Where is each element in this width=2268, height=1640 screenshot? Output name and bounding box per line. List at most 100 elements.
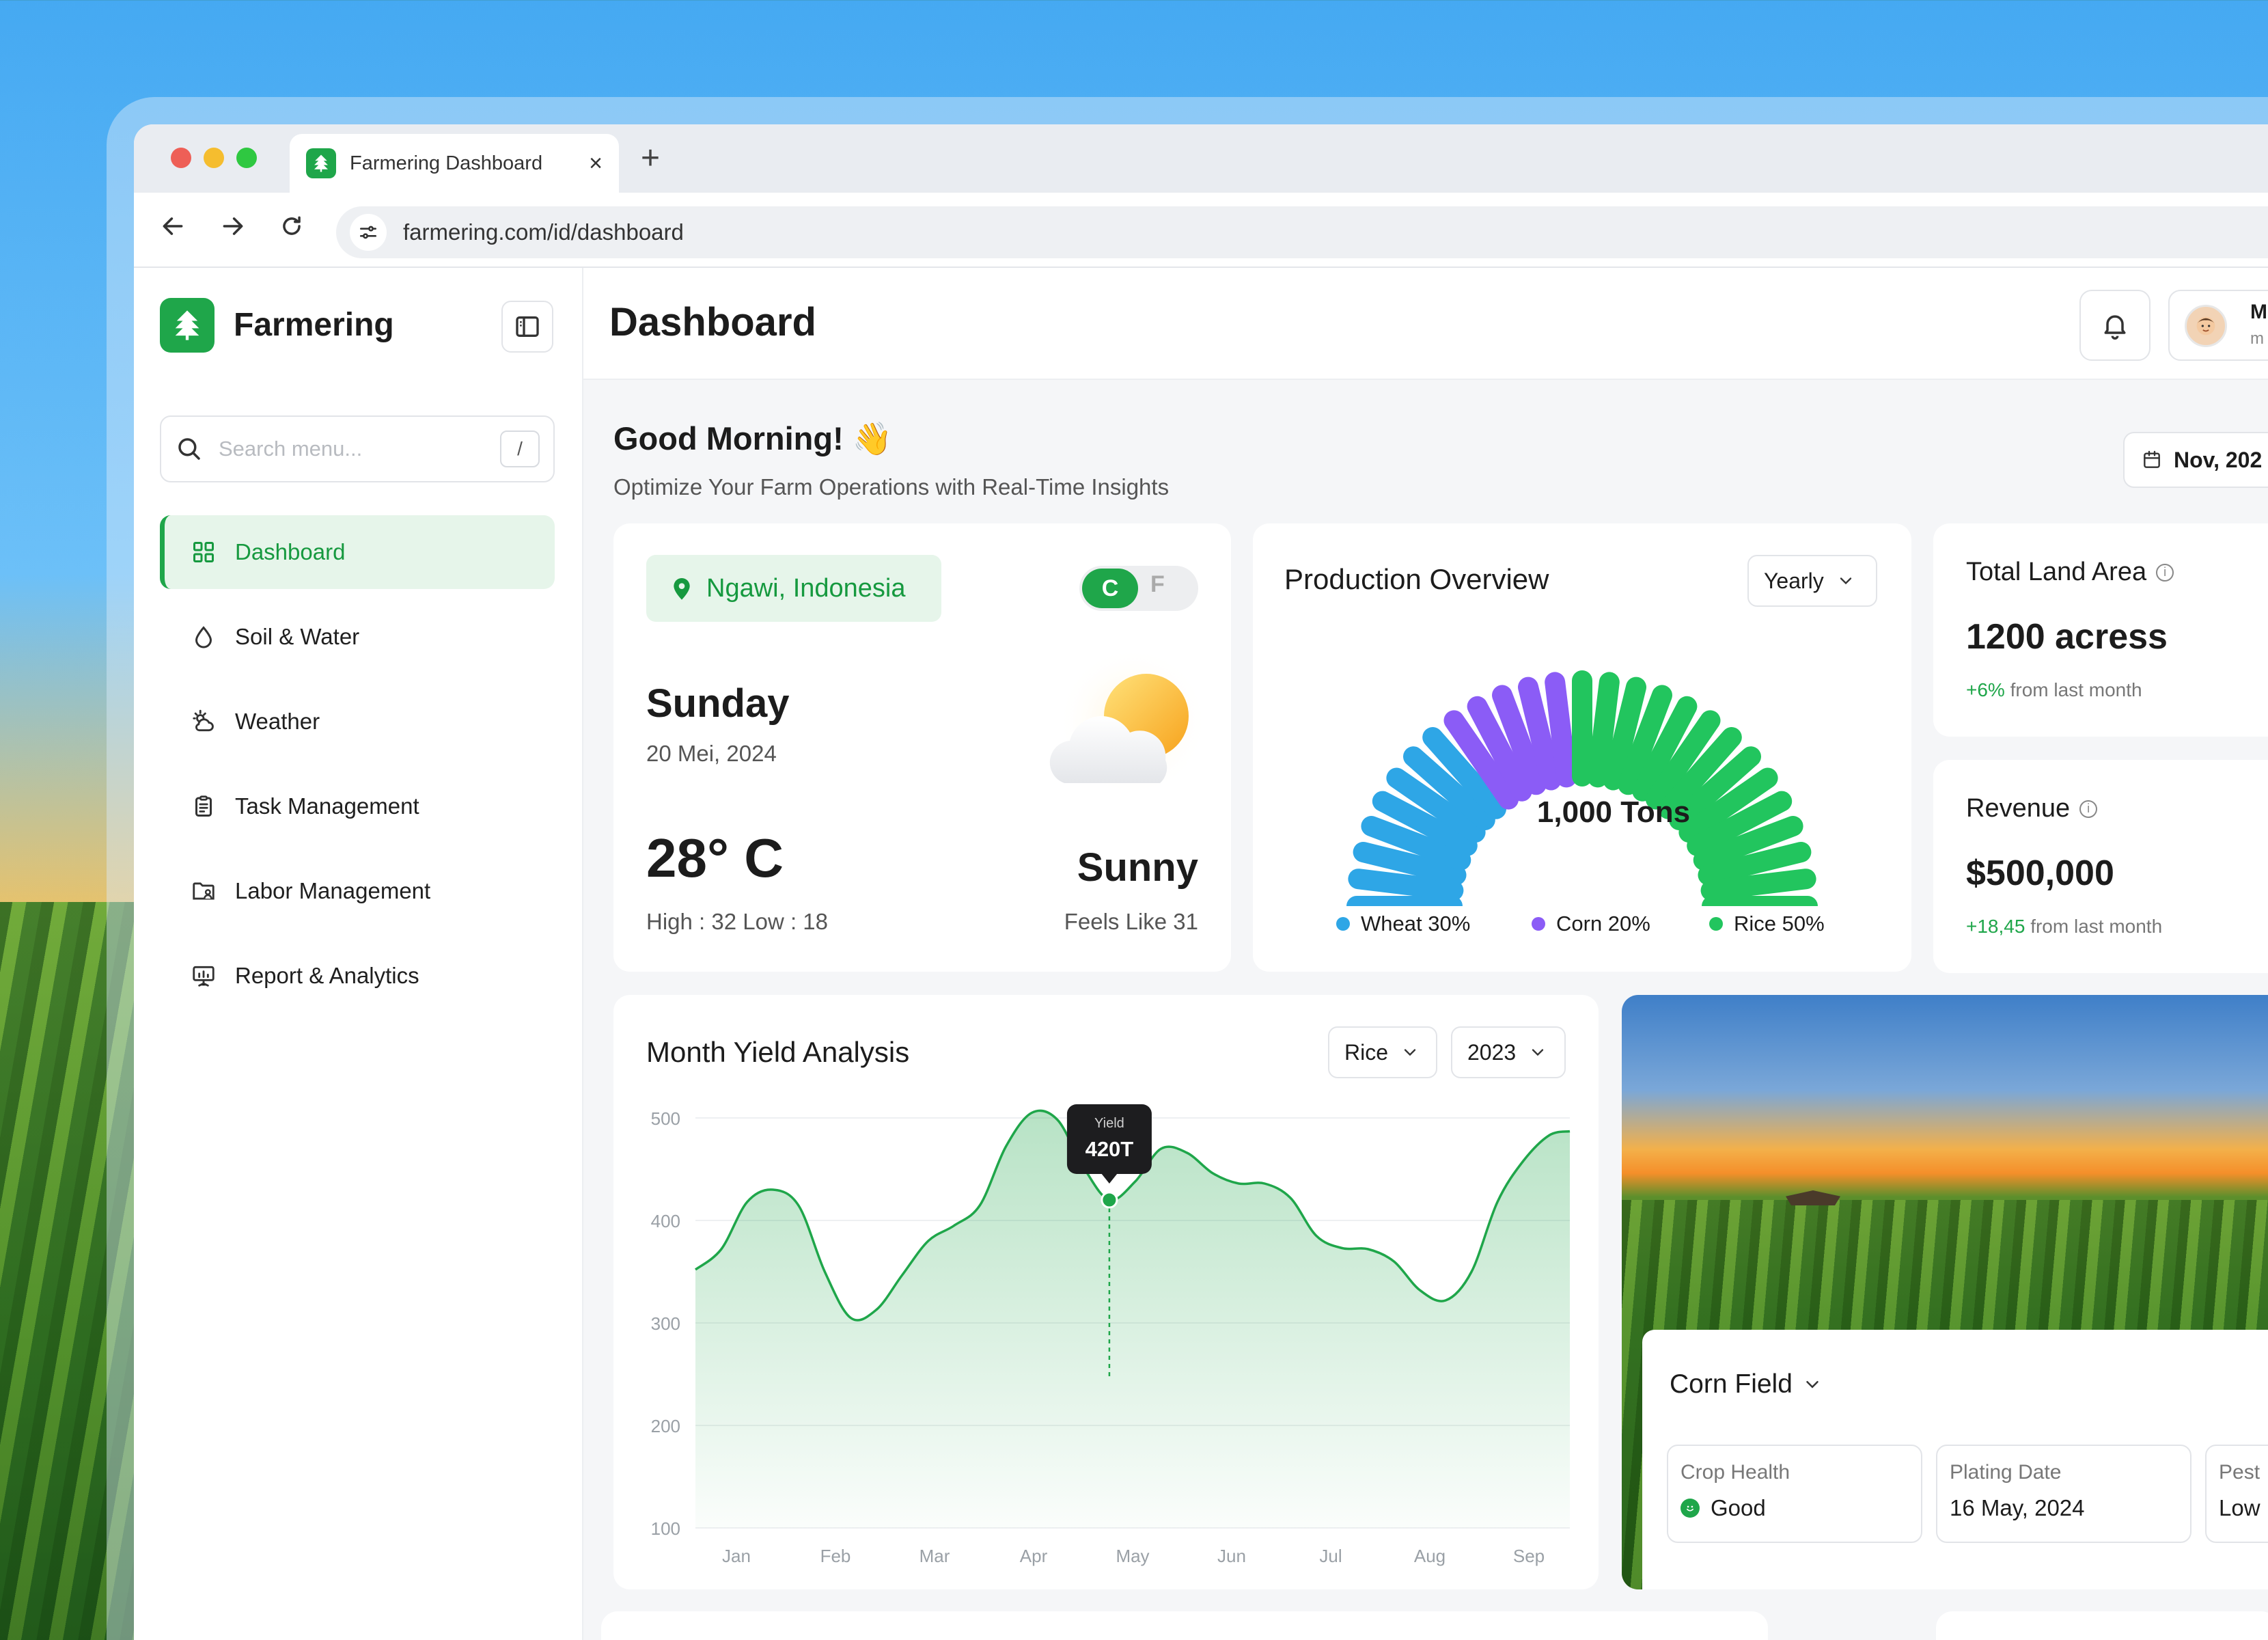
period-dropdown[interactable]: Yearly (1747, 555, 1877, 607)
weather-icon (189, 707, 219, 737)
legend-wheat: Wheat 30% (1336, 912, 1470, 936)
legend-wheat-label: Wheat 30% (1361, 912, 1471, 935)
chevron-down-icon (1806, 1381, 1818, 1389)
sidebar-item-labor-management[interactable]: Labor Management (160, 854, 555, 928)
search-icon (178, 438, 200, 460)
barn-silhouette (1786, 1190, 1840, 1205)
sidebar-item-label: Report & Analytics (235, 963, 419, 988)
site-settings-icon[interactable] (350, 214, 387, 251)
tab-title: Farmering Dashboard (350, 152, 543, 174)
maximize-window-button[interactable] (236, 148, 257, 168)
back-icon[interactable] (160, 213, 186, 246)
chevron-down-icon (1840, 577, 1851, 585)
calendar-icon (2144, 450, 2160, 468)
farmering-logo-icon (160, 298, 215, 353)
map-pin-icon (674, 578, 690, 600)
unit-fahrenheit[interactable]: F (1150, 571, 1165, 598)
weather-day: Sunday (646, 681, 790, 726)
legend-wheat-swatch (1336, 917, 1350, 931)
search-input[interactable] (219, 437, 500, 461)
temperature-value: 28° C (646, 828, 784, 888)
presentation-chart-icon (189, 961, 219, 991)
greeting-title: Good Morning! 👋 (613, 420, 893, 456)
gauge-segment-rice (1700, 869, 1816, 901)
y-tick-label: 300 (651, 1313, 680, 1334)
tab-close-icon[interactable]: × (589, 150, 603, 177)
reload-icon[interactable] (279, 213, 305, 246)
x-tick-label: Jul (1319, 1546, 1342, 1566)
sidebar-item-label: Weather (235, 709, 320, 734)
sidebar-item-label: Labor Management (235, 878, 431, 903)
pest-label: Pest (2219, 1461, 2260, 1484)
planting-date-label: Plating Date (1950, 1461, 2062, 1484)
land-delta-suffix: from last month (2004, 679, 2142, 700)
x-tick-label: May (1116, 1546, 1149, 1566)
close-window-button[interactable] (171, 148, 191, 168)
weather-card: Ngawi, Indonesia C F Sunday 20 Mei, 2024… (613, 523, 1231, 972)
revenue-delta: +18,45 from last month (1966, 916, 2162, 938)
land-label-row: Total Land Area i (1966, 558, 2174, 587)
legend-corn: Corn 20% (1532, 912, 1650, 936)
date-picker-button[interactable]: Nov, 202 (2123, 432, 2268, 488)
month-yield-card: Month Yield Analysis Rice 2023 500 400 300… (613, 995, 1599, 1589)
x-tick-label: Aug (1414, 1546, 1446, 1566)
crop-health-label: Crop Health (1681, 1461, 1790, 1484)
new-tab-button[interactable]: + (641, 139, 660, 177)
pest-box: Pest Low (2205, 1445, 2268, 1543)
sidebar-item-weather[interactable]: Weather (160, 685, 555, 758)
sidebar-item-dashboard[interactable]: Dashboard (160, 515, 555, 589)
greeting-subtitle: Optimize Your Farm Operations with Real-… (613, 474, 1170, 500)
notifications-button[interactable] (2079, 290, 2151, 361)
field-selector[interactable]: Corn Field (1670, 1369, 1823, 1399)
x-tick-label: Jan (722, 1546, 751, 1566)
url-text: farmering.com/id/dashboard (403, 219, 684, 245)
minimize-window-button[interactable] (204, 148, 224, 168)
temperature-unit-toggle[interactable]: C F (1079, 566, 1198, 611)
sidebar-item-label: Dashboard (235, 539, 346, 564)
production-gauge (1346, 670, 1818, 906)
legend-rice: Rice 50% (1709, 912, 1825, 936)
clipboard-icon (189, 791, 219, 821)
search-shortcut-badge: / (500, 430, 540, 467)
top-bar: Dashboard M m (583, 268, 2268, 380)
revenue-delta-value: +18,45 (1966, 916, 2025, 937)
app: Farmering / Dashboard (134, 268, 2268, 1640)
sidebar-item-soil-water[interactable]: Soil & Water (160, 600, 555, 674)
legend-rice-swatch (1709, 917, 1723, 931)
user-menu-button[interactable]: M m (2168, 290, 2268, 361)
tab-bar: Farmering Dashboard × + (134, 124, 2268, 193)
browser-window: Farmering Dashboard × + farmering.com/id… (134, 124, 2268, 1640)
forward-icon[interactable] (220, 213, 246, 246)
sunny-cloud-icon (1037, 646, 1208, 804)
yield-area-chart: 500 400 300 200 100 Jan Feb Mar Apr May Jun Jul Aug S… (651, 1104, 1571, 1566)
smile-icon (1681, 1499, 1700, 1518)
url-field[interactable]: farmering.com/id/dashboard (336, 206, 2268, 258)
location-selector[interactable]: Ngawi, Indonesia (646, 555, 941, 622)
yield-tooltip: Yield 420T (1066, 1104, 1152, 1184)
sidebar-toggle-button[interactable] (501, 301, 553, 353)
sidebar-item-task-management[interactable]: Task Management (160, 769, 555, 843)
feels-like: Feels Like 31 (1064, 909, 1198, 934)
main-content: Dashboard M m Good Morning! 👋 Optimize Y… (583, 268, 2268, 1640)
info-icon[interactable]: i (2079, 800, 2098, 818)
highlight-point[interactable] (1101, 1191, 1118, 1209)
location-label: Ngawi, Indonesia (706, 573, 906, 603)
crop-health-box: Crop Health Good (1667, 1445, 1922, 1543)
y-tick-label: 100 (651, 1518, 680, 1539)
y-tick-label: 500 (651, 1108, 680, 1129)
unit-celsius[interactable]: C (1082, 569, 1138, 608)
revenue-delta-suffix: from last month (2025, 916, 2163, 937)
gauge-segment-corn (1545, 672, 1577, 788)
brand-name: Farmering (234, 307, 394, 343)
droplet-icon (189, 622, 219, 652)
info-icon[interactable]: i (2156, 563, 2174, 582)
browser-tab[interactable]: Farmering Dashboard × (290, 134, 619, 193)
production-overview-card: Production Overview Yearly 1,000 Tons Wh… (1253, 523, 1911, 972)
farmering-logo-icon (306, 148, 336, 178)
weather-condition: Sunny (1077, 845, 1198, 890)
x-tick-label: Sep (1513, 1546, 1545, 1566)
folder-user-icon (189, 876, 219, 906)
production-total: 1,000 Tons (1536, 795, 1691, 829)
period-value: Yearly (1764, 568, 1824, 593)
sidebar-item-report-analytics[interactable]: Report & Analytics (160, 939, 555, 1013)
